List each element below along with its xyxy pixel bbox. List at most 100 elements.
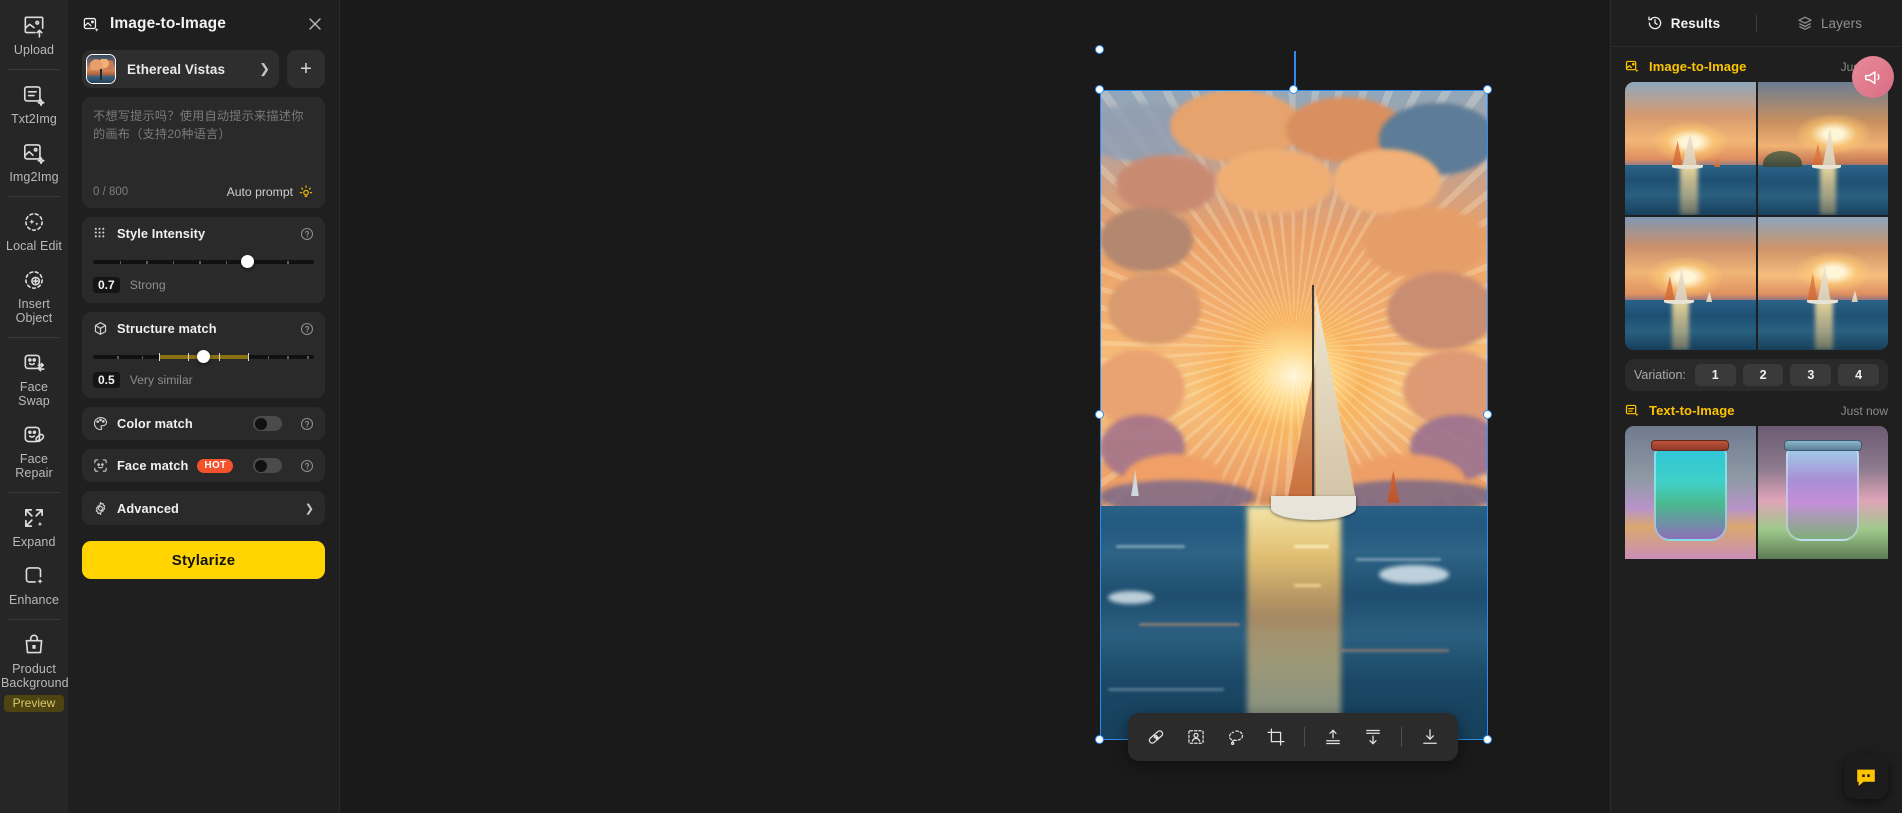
chevron-right-icon: ❯	[304, 502, 314, 515]
face-swap-icon	[21, 350, 47, 376]
style-selector-row: Ethereal Vistas ❯ +	[82, 50, 325, 88]
left-tool-rail: Upload Txt2Img Img2Img Local Edit Insert…	[0, 0, 68, 813]
prompt-input[interactable]: 不想写提示吗？使用自动提示来描述你的画布（支持20种语言） 0 / 800 Au…	[82, 97, 325, 208]
style-intensity-card: Style Intensity 0.7 Strong	[82, 217, 325, 303]
handle-bottom-right[interactable]	[1482, 734, 1492, 744]
image-to-image-panel: Image-to-Image Ethereal Vistas ❯ + 不想写提示…	[68, 0, 340, 813]
variation-button-3[interactable]: 3	[1790, 364, 1832, 387]
rail-item-upload[interactable]: Upload	[0, 6, 68, 64]
color-match-toggle[interactable]	[253, 416, 282, 431]
handle-top-left[interactable]	[1094, 84, 1104, 94]
image-to-image-icon	[21, 140, 47, 166]
rail-label-upload: Upload	[13, 43, 55, 57]
rail-label-enhance: Enhance	[8, 593, 60, 607]
bring-to-front[interactable]	[1314, 718, 1352, 756]
result-thumbnail[interactable]	[1625, 82, 1756, 216]
auto-prompt-button[interactable]: Auto prompt	[227, 184, 314, 200]
variation-button-1[interactable]: 1	[1694, 364, 1736, 387]
close-icon[interactable]	[305, 14, 325, 34]
section-header-text-to-image: Text-to-Image Just now	[1611, 391, 1902, 426]
canvas-toolbar	[1128, 713, 1458, 761]
product-bag-icon	[21, 632, 47, 658]
handle-middle-right[interactable]	[1482, 409, 1492, 419]
download-button[interactable]	[1411, 718, 1449, 756]
structure-match-header: Structure match	[93, 321, 314, 336]
handle-top-right[interactable]	[1482, 84, 1492, 94]
rail-item-enhance[interactable]: Enhance	[0, 556, 68, 614]
send-to-back[interactable]	[1354, 718, 1392, 756]
handle-bottom-left[interactable]	[1094, 734, 1104, 744]
style-intensity-value-row: 0.7 Strong	[93, 277, 314, 293]
result-thumbnail[interactable]	[1757, 82, 1888, 216]
style-intensity-slider[interactable]	[93, 254, 314, 270]
variation-button-4[interactable]: 4	[1838, 364, 1880, 387]
announcement-button[interactable]	[1852, 56, 1894, 98]
help-circle-icon[interactable]	[300, 227, 314, 241]
chat-support-button[interactable]	[1844, 755, 1888, 799]
variation-button-2[interactable]: 2	[1742, 364, 1784, 387]
face-repair-icon	[21, 422, 47, 448]
help-circle-icon[interactable]	[300, 322, 314, 336]
style-preset-thumbnail	[86, 54, 116, 84]
face-select-tool[interactable]	[1177, 718, 1215, 756]
section-title: Image-to-Image	[1649, 59, 1747, 74]
structure-match-value-row: 0.5 Very similar	[93, 372, 314, 388]
chevron-right-icon: ❯	[259, 61, 270, 76]
rail-divider-2	[8, 196, 60, 197]
style-preset-chip[interactable]: Ethereal Vistas ❯	[82, 50, 279, 88]
rail-label-face-swap: Face Swap	[18, 380, 50, 408]
rail-label-img2img: Img2Img	[9, 170, 59, 184]
preview-badge: Preview	[3, 695, 65, 712]
structure-match-label: Structure match	[117, 321, 217, 336]
results-grid-text-to-image	[1611, 426, 1902, 560]
rail-label-product-background: Product Background	[1, 662, 68, 690]
add-style-button[interactable]: +	[287, 50, 325, 88]
style-intensity-knob[interactable]	[241, 255, 255, 268]
results-tabs: Results Layers	[1611, 0, 1902, 47]
rail-divider-1	[8, 69, 60, 70]
result-thumbnail[interactable]	[1757, 426, 1888, 560]
rail-item-insert-object[interactable]: Insert Object	[0, 260, 68, 332]
handle-top-center[interactable]	[1288, 84, 1298, 94]
palette-icon	[93, 416, 108, 431]
app-root: Upload Txt2Img Img2Img Local Edit Insert…	[0, 0, 1902, 813]
tab-layers[interactable]: Layers	[1757, 15, 1902, 31]
structure-match-knob[interactable]	[197, 350, 210, 363]
handle-middle-left[interactable]	[1094, 409, 1104, 419]
rail-item-face-swap[interactable]: Face Swap	[0, 343, 68, 415]
help-circle-icon[interactable]	[300, 417, 314, 431]
heal-brush-tool[interactable]	[1137, 718, 1175, 756]
separator-1	[1304, 727, 1305, 747]
result-thumbnail[interactable]	[1757, 217, 1888, 351]
tab-results-label: Results	[1670, 15, 1721, 31]
lasso-select-tool[interactable]	[1217, 718, 1255, 756]
help-circle-icon[interactable]	[300, 459, 314, 473]
rotate-handle[interactable]	[1094, 44, 1104, 54]
variation-selector: Variation: 1 2 3 4	[1625, 359, 1888, 392]
slider-track	[93, 260, 314, 264]
selected-image-object[interactable]	[1094, 44, 1492, 744]
tab-results[interactable]: Results	[1611, 15, 1756, 31]
style-intensity-header: Style Intensity	[93, 226, 314, 241]
advanced-row[interactable]: Advanced ❯	[82, 491, 325, 525]
rail-item-img2img[interactable]: Img2Img	[0, 133, 68, 191]
rail-item-product-background[interactable]: Product Background Preview	[0, 625, 68, 719]
result-thumbnail[interactable]	[1625, 217, 1756, 351]
stylarize-button[interactable]: Stylarize	[82, 541, 325, 579]
rail-item-expand[interactable]: Expand	[0, 498, 68, 556]
face-match-toggle[interactable]	[253, 458, 282, 473]
crop-tool[interactable]	[1257, 718, 1295, 756]
hot-badge: HOT	[197, 458, 234, 473]
result-thumbnail[interactable]	[1625, 426, 1756, 560]
structure-match-slider[interactable]	[93, 349, 314, 365]
auto-prompt-label: Auto prompt	[226, 185, 293, 199]
dots-grid-icon	[93, 226, 108, 241]
rail-item-local-edit[interactable]: Local Edit	[0, 202, 68, 260]
rail-item-txt2img[interactable]: Txt2Img	[0, 75, 68, 133]
rail-label-txt2img: Txt2Img	[11, 112, 57, 126]
insert-object-icon	[21, 267, 47, 293]
structure-match-value-label: Very similar	[129, 373, 193, 387]
lightbulb-icon	[298, 184, 314, 200]
canvas-area[interactable]	[340, 0, 1610, 813]
rail-item-face-repair[interactable]: Face Repair	[0, 415, 68, 487]
